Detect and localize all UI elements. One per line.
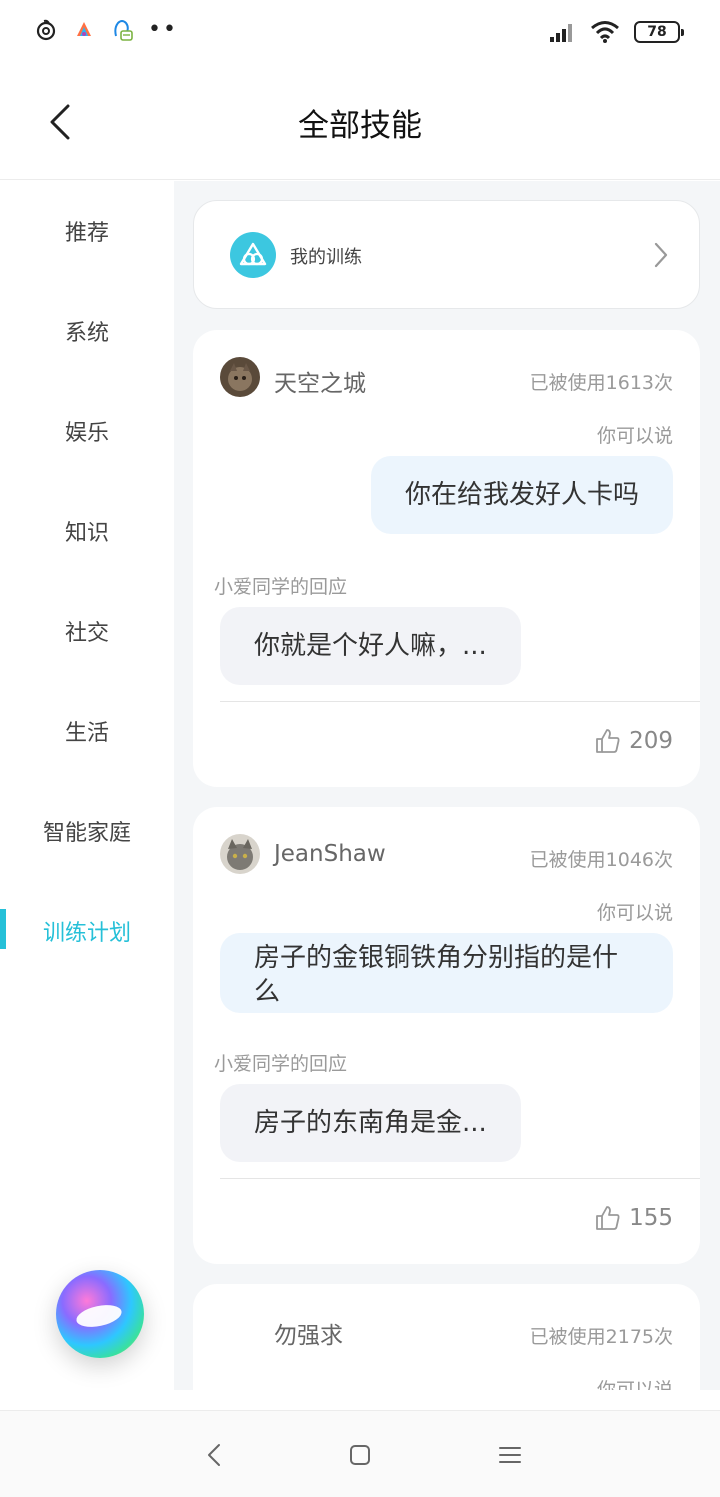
signal-icon [550,24,572,42]
skill-card[interactable]: 勿强求 已被使用2175次 你可以说 [193,1284,700,1390]
you-can-say-label: 你可以说 [596,1379,673,1390]
nav-home-icon [350,1445,370,1465]
sidebar-item-smart-home[interactable]: 智能家庭 [0,801,174,861]
divider [220,701,700,702]
author-name: 天空之城 [274,371,366,397]
assistant-orb-icon [74,1301,124,1331]
sidebar-item-training-plan[interactable]: 训练计划 [0,901,174,961]
usage-count: 已被使用1046次 [529,849,673,871]
reply-label: 小爱同学的回应 [214,1053,348,1075]
qq-notification-icon [114,20,133,41]
like-count: 155 [629,1205,673,1231]
user-utterance-bubble[interactable]: 你在给我发好人卡吗 [370,456,673,534]
page-title: 全部技能 [298,108,422,144]
nav-back-icon [208,1444,220,1466]
avatar [220,834,260,874]
sidebar-item-life[interactable]: 生活 [0,701,174,761]
thumbs-up-icon [596,729,620,753]
usage-count: 已被使用1613次 [529,372,673,394]
sidebar-item-knowledge[interactable]: 知识 [0,501,174,561]
system-navigation-bar [0,1410,720,1497]
nav-back-button[interactable] [194,1439,234,1471]
my-training-label: 我的训练 [290,247,362,268]
usage-count: 已被使用2175次 [529,1326,673,1348]
battery-level: 78 [647,24,667,40]
sidebar-item-social[interactable]: 社交 [0,601,174,661]
netease-music-icon [36,19,56,41]
sidebar-item-recommend[interactable]: 推荐 [0,201,174,261]
sidebar-item-system[interactable]: 系统 [0,301,174,361]
skills-list[interactable]: 我的训练 天空之城 已被使用1613次 你可以说 你在给我发好人卡吗 小爱同学的… [174,181,720,1390]
you-can-say-label: 你可以说 [596,902,673,924]
you-can-say-label: 你可以说 [596,425,673,447]
wifi-icon [591,21,619,43]
more-notifications-indicator: •• [148,17,178,42]
training-logo-icon [230,232,276,278]
skill-card[interactable]: 天空之城 已被使用1613次 你可以说 你在给我发好人卡吗 小爱同学的回应 你就… [193,330,700,787]
app-icon [77,22,91,36]
category-sidebar: 推荐 系统 娱乐 知识 社交 生活 智能家庭 训练计划 [0,181,174,1410]
like-button[interactable]: 155 [595,1205,673,1231]
top-app-bar: 全部技能 [0,64,720,180]
chevron-right-icon [654,242,668,268]
user-utterance-bubble[interactable]: 房子的金银铜铁角分别指的是什么 [220,933,673,1013]
nav-menu-icon [499,1447,521,1463]
like-count: 209 [629,728,673,754]
skill-card[interactable]: JeanShaw 已被使用1046次 你可以说 房子的金银铜铁角分别指的是什么 … [193,807,700,1264]
my-training-entry[interactable]: 我的训练 [193,200,700,309]
divider [220,1178,700,1179]
like-button[interactable]: 209 [595,728,673,754]
assistant-reply-bubble[interactable]: 你就是个好人嘛，... [220,607,521,685]
nav-home-button[interactable] [340,1439,380,1471]
avatar [220,357,260,397]
author-name: 勿强求 [274,1323,343,1349]
nav-recents-button[interactable] [490,1439,530,1471]
xiaoai-assistant-button[interactable] [56,1270,144,1358]
assistant-reply-bubble[interactable]: 房子的东南角是金... [220,1084,521,1162]
battery-indicator: 78 [634,21,684,43]
status-bar: •• 78 [0,0,720,64]
thumbs-up-icon [596,1206,620,1230]
author-name: JeanShaw [274,841,386,867]
reply-label: 小爱同学的回应 [214,576,348,598]
sidebar-item-entertainment[interactable]: 娱乐 [0,401,174,461]
